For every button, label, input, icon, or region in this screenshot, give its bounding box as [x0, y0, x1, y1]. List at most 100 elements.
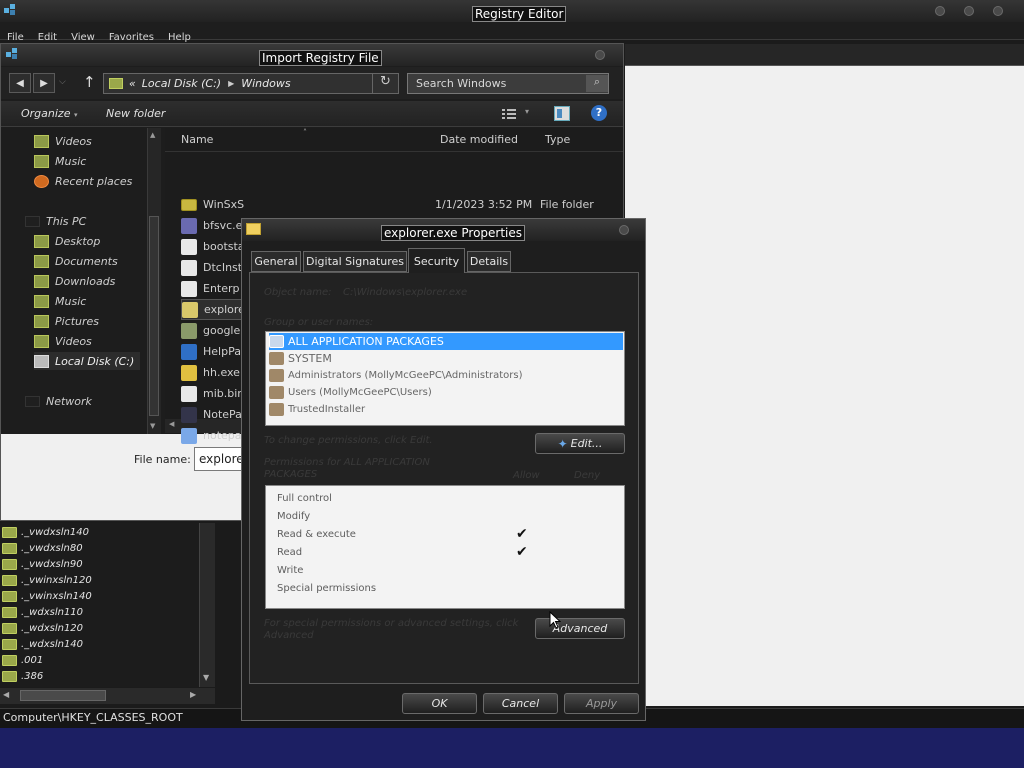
- breadcrumb-prefix[interactable]: «: [129, 77, 136, 90]
- sidebar-item-music[interactable]: Music: [34, 152, 86, 170]
- preview-pane-icon[interactable]: [554, 106, 570, 121]
- scroll-left-icon[interactable]: ◀: [3, 690, 9, 699]
- tree-item[interactable]: ._vwdxsln140: [2, 524, 89, 540]
- object-name-label: Object name:: [264, 287, 332, 298]
- sidebar-item-recent-places[interactable]: Recent places: [34, 172, 132, 190]
- sidebar-item-network[interactable]: Network: [25, 392, 92, 410]
- registry-titlebar[interactable]: Registry Editor: [0, 0, 1024, 22]
- recent-dropdown-icon[interactable]: ⌵: [59, 77, 66, 87]
- close-icon[interactable]: [595, 50, 605, 60]
- file-row[interactable]: WinSxS 1/1/2023 3:52 PM File folder: [181, 194, 616, 215]
- column-type[interactable]: Type: [545, 133, 570, 146]
- folder-icon: [2, 542, 17, 554]
- address-bar[interactable]: « Local Disk (C:) ▶ Windows ↻: [103, 73, 399, 94]
- maximize-icon[interactable]: [964, 6, 974, 16]
- permission-name: Write: [277, 564, 304, 576]
- scroll-thumb[interactable]: [149, 216, 159, 416]
- import-titlebar[interactable]: Import Registry File: [1, 44, 623, 66]
- sidebar-item-music[interactable]: Music: [34, 292, 86, 310]
- scroll-left-icon[interactable]: ◀: [169, 420, 174, 428]
- cancel-button[interactable]: Cancel: [483, 693, 558, 714]
- sidebar-item-documents[interactable]: Documents: [34, 252, 118, 270]
- recent-places-icon: [34, 174, 49, 188]
- scroll-up-icon[interactable]: ▲: [150, 131, 155, 139]
- menu-file[interactable]: File: [7, 32, 24, 43]
- help-icon[interactable]: ?: [591, 105, 607, 121]
- search-input[interactable]: Search Windows ⌕: [407, 73, 609, 94]
- music-icon: [34, 294, 49, 308]
- scroll-right-icon[interactable]: ▶: [190, 690, 196, 699]
- tree-vertical-scrollbar[interactable]: ▼: [199, 523, 215, 687]
- scroll-down-icon[interactable]: ▼: [150, 422, 155, 430]
- scroll-thumb[interactable]: [20, 690, 106, 701]
- tree-item[interactable]: ._vwdxsln90: [2, 556, 83, 572]
- refresh-icon[interactable]: ↻: [372, 74, 398, 93]
- apply-button[interactable]: Apply: [564, 693, 639, 714]
- menu-edit[interactable]: Edit: [38, 32, 57, 43]
- back-button[interactable]: ◀: [9, 73, 31, 93]
- groups-list[interactable]: ALL APPLICATION PACKAGES SYSTEM Administ…: [265, 331, 625, 426]
- tab-general[interactable]: General: [251, 251, 301, 272]
- sidebar-item-pictures[interactable]: Pictures: [34, 312, 99, 330]
- registry-values-pane[interactable]: [625, 44, 1024, 706]
- tree-item[interactable]: .386: [2, 668, 43, 684]
- sidebar-item-videos[interactable]: Videos: [34, 132, 92, 150]
- group-item-trustedinstaller[interactable]: TrustedInstaller: [269, 401, 365, 418]
- new-folder-button[interactable]: New folder: [106, 107, 165, 120]
- tree-item[interactable]: ._wdxsln110: [2, 604, 83, 620]
- tab-details[interactable]: Details: [467, 251, 511, 272]
- scroll-down-icon[interactable]: ▼: [203, 673, 209, 682]
- group-item-users[interactable]: Users (MollyMcGeePC\Users): [269, 384, 432, 401]
- breadcrumb-chevron-icon[interactable]: ▶: [228, 79, 234, 88]
- edit-button[interactable]: ✦ Edit...: [535, 433, 625, 454]
- tab-security[interactable]: Security: [408, 248, 465, 273]
- group-item-all-app-packages[interactable]: ALL APPLICATION PACKAGES: [269, 333, 623, 350]
- forward-button[interactable]: ▶: [33, 73, 55, 93]
- explorer-icon: [182, 301, 198, 318]
- properties-titlebar[interactable]: explorer.exe Properties: [242, 219, 645, 241]
- registry-tree[interactable]: ._vwdxsln140 ._vwdxsln80 ._vwdxsln90 ._v…: [0, 523, 215, 687]
- folder-icon: [2, 574, 17, 586]
- view-options-icon[interactable]: [501, 107, 517, 121]
- tree-item[interactable]: ._vwinxsln120: [2, 572, 92, 588]
- search-icon[interactable]: ⌕: [586, 75, 608, 92]
- tree-horizontal-scrollbar[interactable]: ◀ ▶: [0, 688, 215, 704]
- sidebar-item-videos[interactable]: Videos: [34, 332, 92, 350]
- tree-item[interactable]: ._vwinxsln140: [2, 588, 92, 604]
- tree-item[interactable]: ._vwdxsln80: [2, 540, 83, 556]
- close-icon[interactable]: [619, 225, 629, 235]
- close-icon[interactable]: [993, 6, 1003, 16]
- view-dropdown-icon[interactable]: ▾: [525, 107, 529, 116]
- tree-item[interactable]: ._wdxsln120: [2, 620, 83, 636]
- import-app-icon: [5, 47, 19, 61]
- downloads-icon: [34, 274, 49, 288]
- up-arrow-icon[interactable]: ↑: [83, 73, 96, 91]
- menu-favorites[interactable]: Favorites: [109, 32, 154, 43]
- column-name[interactable]: Name: [181, 133, 213, 146]
- sidebar-scrollbar[interactable]: ▲ ▼: [147, 128, 161, 434]
- organize-button[interactable]: Organize ▾: [21, 107, 78, 120]
- sidebar-item-desktop[interactable]: Desktop: [34, 232, 100, 250]
- allow-check-icon: ✔: [516, 544, 528, 560]
- sidebar-item-this-pc[interactable]: This PC: [25, 212, 86, 230]
- sidebar-item-downloads[interactable]: Downloads: [34, 272, 115, 290]
- permission-row: Modify: [266, 507, 624, 525]
- column-date-modified[interactable]: Date modified: [440, 133, 518, 146]
- group-item-administrators[interactable]: Administrators (MollyMcGeePC\Administrat…: [269, 367, 523, 384]
- tab-digital-signatures[interactable]: Digital Signatures: [303, 251, 407, 272]
- menu-view[interactable]: View: [71, 32, 95, 43]
- tree-item[interactable]: .001: [2, 652, 43, 668]
- desktop-icon: [34, 234, 49, 248]
- breadcrumb-windows[interactable]: Windows: [241, 77, 290, 90]
- breadcrumb-local-disk[interactable]: Local Disk (C:): [142, 77, 221, 90]
- tree-item[interactable]: ._wdxsln140: [2, 636, 83, 652]
- allow-check-icon: ✔: [516, 526, 528, 542]
- group-item-system[interactable]: SYSTEM: [269, 350, 332, 367]
- documents-icon: [34, 254, 49, 268]
- minimize-icon[interactable]: [935, 6, 945, 16]
- file-icon: [181, 385, 197, 402]
- menu-help[interactable]: Help: [168, 32, 191, 43]
- sidebar-item-local-disk[interactable]: Local Disk (C:): [34, 352, 141, 370]
- file-icon: [181, 259, 197, 276]
- ok-button[interactable]: OK: [402, 693, 477, 714]
